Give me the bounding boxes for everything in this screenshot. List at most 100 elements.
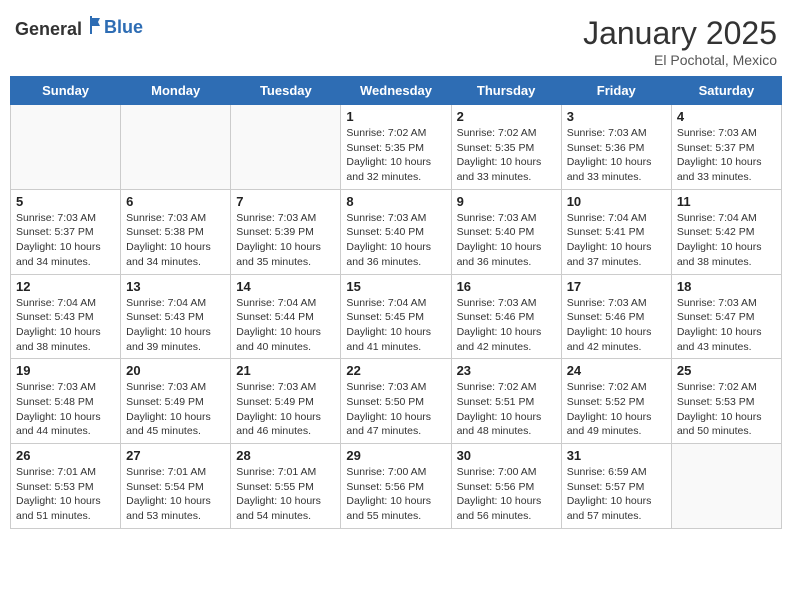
day-info: Sunrise: 7:03 AMSunset: 5:38 PMDaylight:…: [126, 211, 225, 270]
calendar-day-cell: 21Sunrise: 7:03 AMSunset: 5:49 PMDayligh…: [231, 359, 341, 444]
day-info: Sunrise: 7:00 AMSunset: 5:56 PMDaylight:…: [457, 465, 556, 524]
calendar-day-cell: 13 Sunrise: 7:04 AMSunset: 5:43 PMDayligh…: [121, 274, 231, 359]
calendar-week-row: 1 Sunrise: 7:02 AMSunset: 5:35 PMDaylight…: [11, 105, 782, 190]
calendar-day-cell: 8Sunrise: 7:03 AMSunset: 5:40 PMDaylight…: [341, 189, 451, 274]
day-info: Sunrise: 7:00 AMSunset: 5:56 PMDaylight:…: [346, 465, 445, 524]
day-number: 18: [677, 279, 776, 294]
day-number: 7: [236, 194, 335, 209]
calendar-day-cell: 19 Sunrise: 7:03 AMSunset: 5:48 PMDayligh…: [11, 359, 121, 444]
calendar-day-cell: [231, 105, 341, 190]
day-number: 1: [346, 109, 445, 124]
calendar-day-cell: 7 Sunrise: 7:03 AMSunset: 5:39 PMDaylight…: [231, 189, 341, 274]
logo: General Blue: [15, 15, 143, 40]
day-info: Sunrise: 7:03 AMSunset: 5:49 PMDaylight:…: [126, 380, 225, 439]
day-number: 3: [567, 109, 666, 124]
day-info: Sunrise: 7:01 AMSunset: 5:54 PMDaylight:…: [126, 465, 225, 524]
day-number: 2: [457, 109, 556, 124]
calendar-day-cell: 15 Sunrise: 7:04 AMSunset: 5:45 PMDayligh…: [341, 274, 451, 359]
calendar-day-cell: [671, 444, 781, 529]
day-info: Sunrise: 7:03 AMSunset: 5:39 PMDaylight:…: [236, 211, 335, 270]
day-info: Sunrise: 7:03 AMSunset: 5:46 PMDaylight:…: [457, 296, 556, 355]
day-number: 25: [677, 363, 776, 378]
logo-general: General: [15, 19, 82, 39]
logo-flag-icon: [84, 15, 104, 35]
day-number: 13: [126, 279, 225, 294]
day-info: Sunrise: 7:02 AMSunset: 5:35 PMDaylight:…: [457, 126, 556, 185]
day-info: Sunrise: 7:02 AMSunset: 5:53 PMDaylight:…: [677, 380, 776, 439]
day-number: 11: [677, 194, 776, 209]
day-info: Sunrise: 7:03 AMSunset: 5:40 PMDaylight:…: [346, 211, 445, 270]
day-number: 30: [457, 448, 556, 463]
calendar-header-row: SundayMondayTuesdayWednesdayThursdayFrid…: [11, 77, 782, 105]
day-info: Sunrise: 7:04 AMSunset: 5:44 PMDaylight:…: [236, 296, 335, 355]
day-number: 4: [677, 109, 776, 124]
day-number: 14: [236, 279, 335, 294]
calendar-day-cell: 26Sunrise: 7:01 AMSunset: 5:53 PMDayligh…: [11, 444, 121, 529]
day-number: 29: [346, 448, 445, 463]
calendar-day-cell: 28Sunrise: 7:01 AMSunset: 5:55 PMDayligh…: [231, 444, 341, 529]
day-info: Sunrise: 7:04 AMSunset: 5:43 PMDaylight:…: [16, 296, 115, 355]
calendar-week-row: 5 Sunrise: 7:03 AMSunset: 5:37 PMDaylight…: [11, 189, 782, 274]
day-number: 6: [126, 194, 225, 209]
weekday-header: Thursday: [451, 77, 561, 105]
day-info: Sunrise: 7:03 AMSunset: 5:40 PMDaylight:…: [457, 211, 556, 270]
weekday-header: Saturday: [671, 77, 781, 105]
calendar-day-cell: 24 Sunrise: 7:02 AMSunset: 5:52 PMDayligh…: [561, 359, 671, 444]
weekday-header: Tuesday: [231, 77, 341, 105]
calendar-day-cell: 2 Sunrise: 7:02 AMSunset: 5:35 PMDaylight…: [451, 105, 561, 190]
calendar-table: SundayMondayTuesdayWednesdayThursdayFrid…: [10, 76, 782, 529]
calendar-subtitle: El Pochotal, Mexico: [583, 52, 777, 68]
day-number: 16: [457, 279, 556, 294]
day-number: 10: [567, 194, 666, 209]
day-info: Sunrise: 7:01 AMSunset: 5:55 PMDaylight:…: [236, 465, 335, 524]
day-info: Sunrise: 7:03 AMSunset: 5:36 PMDaylight:…: [567, 126, 666, 185]
day-info: Sunrise: 7:04 AMSunset: 5:41 PMDaylight:…: [567, 211, 666, 270]
calendar-day-cell: [11, 105, 121, 190]
calendar-week-row: 19 Sunrise: 7:03 AMSunset: 5:48 PMDayligh…: [11, 359, 782, 444]
day-number: 12: [16, 279, 115, 294]
day-number: 27: [126, 448, 225, 463]
calendar-day-cell: 27 Sunrise: 7:01 AMSunset: 5:54 PMDayligh…: [121, 444, 231, 529]
day-info: Sunrise: 7:03 AMSunset: 5:47 PMDaylight:…: [677, 296, 776, 355]
weekday-header: Wednesday: [341, 77, 451, 105]
calendar-day-cell: 3 Sunrise: 7:03 AMSunset: 5:36 PMDaylight…: [561, 105, 671, 190]
weekday-header: Friday: [561, 77, 671, 105]
day-info: Sunrise: 7:03 AMSunset: 5:50 PMDaylight:…: [346, 380, 445, 439]
day-number: 31: [567, 448, 666, 463]
weekday-header: Monday: [121, 77, 231, 105]
calendar-day-cell: 18 Sunrise: 7:03 AMSunset: 5:47 PMDayligh…: [671, 274, 781, 359]
day-info: Sunrise: 7:02 AMSunset: 5:52 PMDaylight:…: [567, 380, 666, 439]
day-info: Sunrise: 7:03 AMSunset: 5:46 PMDaylight:…: [567, 296, 666, 355]
day-info: Sunrise: 7:02 AMSunset: 5:51 PMDaylight:…: [457, 380, 556, 439]
calendar-title: January 2025: [583, 15, 777, 52]
day-number: 19: [16, 363, 115, 378]
day-info: Sunrise: 7:04 AMSunset: 5:45 PMDaylight:…: [346, 296, 445, 355]
day-number: 9: [457, 194, 556, 209]
day-number: 20: [126, 363, 225, 378]
day-info: Sunrise: 7:01 AMSunset: 5:53 PMDaylight:…: [16, 465, 115, 524]
day-number: 22: [346, 363, 445, 378]
day-number: 23: [457, 363, 556, 378]
day-number: 24: [567, 363, 666, 378]
calendar-day-cell: [121, 105, 231, 190]
day-info: Sunrise: 7:03 AMSunset: 5:48 PMDaylight:…: [16, 380, 115, 439]
day-info: Sunrise: 6:59 AMSunset: 5:57 PMDaylight:…: [567, 465, 666, 524]
calendar-day-cell: 4 Sunrise: 7:03 AMSunset: 5:37 PMDaylight…: [671, 105, 781, 190]
day-info: Sunrise: 7:03 AMSunset: 5:37 PMDaylight:…: [16, 211, 115, 270]
day-info: Sunrise: 7:04 AMSunset: 5:43 PMDaylight:…: [126, 296, 225, 355]
day-info: Sunrise: 7:03 AMSunset: 5:37 PMDaylight:…: [677, 126, 776, 185]
calendar-day-cell: 12 Sunrise: 7:04 AMSunset: 5:43 PMDayligh…: [11, 274, 121, 359]
page-header: General Blue January 2025 El Pochotal, M…: [10, 10, 782, 68]
calendar-day-cell: 17 Sunrise: 7:03 AMSunset: 5:46 PMDayligh…: [561, 274, 671, 359]
calendar-day-cell: 29 Sunrise: 7:00 AMSunset: 5:56 PMDayligh…: [341, 444, 451, 529]
title-block: January 2025 El Pochotal, Mexico: [583, 15, 777, 68]
day-number: 21: [236, 363, 335, 378]
calendar-day-cell: 1 Sunrise: 7:02 AMSunset: 5:35 PMDaylight…: [341, 105, 451, 190]
calendar-day-cell: 25 Sunrise: 7:02 AMSunset: 5:53 PMDayligh…: [671, 359, 781, 444]
day-number: 17: [567, 279, 666, 294]
day-number: 15: [346, 279, 445, 294]
calendar-day-cell: 10 Sunrise: 7:04 AMSunset: 5:41 PMDayligh…: [561, 189, 671, 274]
day-number: 5: [16, 194, 115, 209]
day-info: Sunrise: 7:02 AMSunset: 5:35 PMDaylight:…: [346, 126, 445, 185]
calendar-day-cell: 23 Sunrise: 7:02 AMSunset: 5:51 PMDayligh…: [451, 359, 561, 444]
